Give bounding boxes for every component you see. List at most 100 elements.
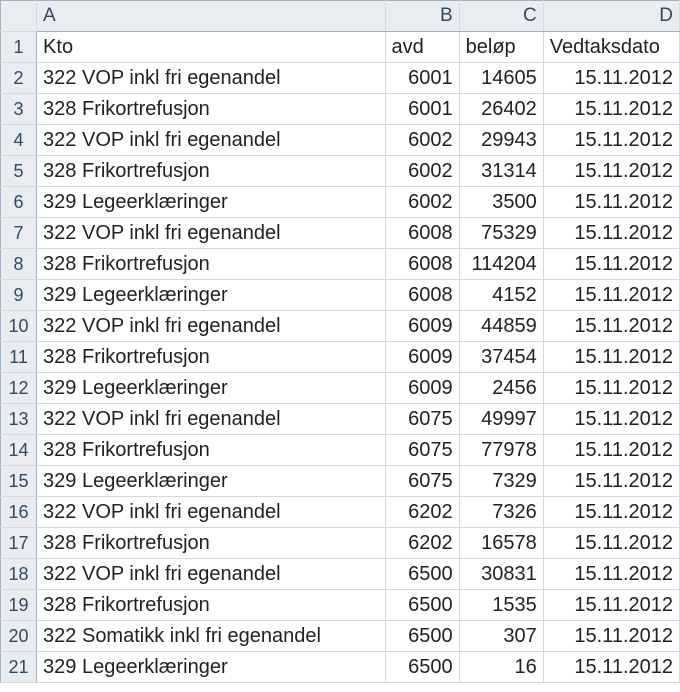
cell[interactable]: 6009 bbox=[385, 373, 459, 404]
cell[interactable]: 14605 bbox=[459, 63, 543, 94]
cell[interactable]: 6008 bbox=[385, 218, 459, 249]
cell[interactable]: 77978 bbox=[459, 435, 543, 466]
cell[interactable]: 6075 bbox=[385, 466, 459, 497]
cell[interactable]: 322 VOP inkl fri egenandel bbox=[37, 497, 386, 528]
row-header[interactable]: 17 bbox=[1, 528, 37, 559]
cell[interactable]: 328 Frikortrefusjon bbox=[37, 156, 386, 187]
row-header[interactable]: 8 bbox=[1, 249, 37, 280]
cell[interactable]: 16578 bbox=[459, 528, 543, 559]
cell[interactable]: 322 VOP inkl fri egenandel bbox=[37, 559, 386, 590]
cell[interactable]: 6002 bbox=[385, 125, 459, 156]
cell[interactable]: 322 VOP inkl fri egenandel bbox=[37, 125, 386, 156]
row-header[interactable]: 6 bbox=[1, 187, 37, 218]
cell[interactable]: 6202 bbox=[385, 528, 459, 559]
cell[interactable]: 15.11.2012 bbox=[543, 621, 679, 652]
cell[interactable]: 15.11.2012 bbox=[543, 435, 679, 466]
cell[interactable]: 7329 bbox=[459, 466, 543, 497]
cell[interactable]: 29943 bbox=[459, 125, 543, 156]
cell[interactable]: 329 Legeerklæringer bbox=[37, 652, 386, 683]
row-header[interactable]: 3 bbox=[1, 94, 37, 125]
cell[interactable]: 6500 bbox=[385, 559, 459, 590]
cell[interactable]: 15.11.2012 bbox=[543, 559, 679, 590]
cell[interactable]: 6009 bbox=[385, 311, 459, 342]
row-header[interactable]: 9 bbox=[1, 280, 37, 311]
cell[interactable]: 49997 bbox=[459, 404, 543, 435]
cell[interactable]: 6001 bbox=[385, 94, 459, 125]
cell[interactable]: 114204 bbox=[459, 249, 543, 280]
cell[interactable]: 6500 bbox=[385, 652, 459, 683]
cell[interactable]: 6008 bbox=[385, 280, 459, 311]
cell[interactable]: 6202 bbox=[385, 497, 459, 528]
cell[interactable]: 6075 bbox=[385, 404, 459, 435]
row-header[interactable]: 5 bbox=[1, 156, 37, 187]
cell[interactable]: Kto bbox=[37, 32, 386, 63]
cell[interactable]: 329 Legeerklæringer bbox=[37, 280, 386, 311]
cell[interactable]: 6500 bbox=[385, 590, 459, 621]
cell[interactable]: 1535 bbox=[459, 590, 543, 621]
cell[interactable]: 328 Frikortrefusjon bbox=[37, 590, 386, 621]
cell[interactable]: 328 Frikortrefusjon bbox=[37, 435, 386, 466]
cell[interactable]: 6008 bbox=[385, 249, 459, 280]
col-header-d[interactable]: D bbox=[543, 1, 679, 32]
cell[interactable]: 15.11.2012 bbox=[543, 404, 679, 435]
cell[interactable]: 322 VOP inkl fri egenandel bbox=[37, 404, 386, 435]
cell[interactable]: 15.11.2012 bbox=[543, 125, 679, 156]
row-header[interactable]: 11 bbox=[1, 342, 37, 373]
cell[interactable]: 322 Somatikk inkl fri egenandel bbox=[37, 621, 386, 652]
row-header[interactable]: 13 bbox=[1, 404, 37, 435]
cell[interactable]: beløp bbox=[459, 32, 543, 63]
cell[interactable]: 6002 bbox=[385, 187, 459, 218]
cell[interactable]: 31314 bbox=[459, 156, 543, 187]
col-header-c[interactable]: C bbox=[459, 1, 543, 32]
cell[interactable]: 15.11.2012 bbox=[543, 218, 679, 249]
row-header[interactable]: 2 bbox=[1, 63, 37, 94]
row-header[interactable]: 14 bbox=[1, 435, 37, 466]
cell[interactable]: 26402 bbox=[459, 94, 543, 125]
cell[interactable]: 15.11.2012 bbox=[543, 63, 679, 94]
cell[interactable]: avd bbox=[385, 32, 459, 63]
cell[interactable]: 30831 bbox=[459, 559, 543, 590]
cell[interactable]: 6001 bbox=[385, 63, 459, 94]
row-header[interactable]: 10 bbox=[1, 311, 37, 342]
cell[interactable]: 3500 bbox=[459, 187, 543, 218]
cell[interactable]: 15.11.2012 bbox=[543, 94, 679, 125]
cell[interactable]: 328 Frikortrefusjon bbox=[37, 94, 386, 125]
row-header[interactable]: 16 bbox=[1, 497, 37, 528]
cell[interactable]: 307 bbox=[459, 621, 543, 652]
cell[interactable]: 7326 bbox=[459, 497, 543, 528]
cell[interactable]: 6075 bbox=[385, 435, 459, 466]
cell[interactable]: 37454 bbox=[459, 342, 543, 373]
row-header[interactable]: 12 bbox=[1, 373, 37, 404]
cell[interactable]: 75329 bbox=[459, 218, 543, 249]
cell[interactable]: 328 Frikortrefusjon bbox=[37, 249, 386, 280]
cell[interactable]: 329 Legeerklæringer bbox=[37, 466, 386, 497]
cell[interactable]: 44859 bbox=[459, 311, 543, 342]
row-header[interactable]: 21 bbox=[1, 652, 37, 683]
col-header-b[interactable]: B bbox=[385, 1, 459, 32]
row-header[interactable]: 7 bbox=[1, 218, 37, 249]
cell[interactable]: 15.11.2012 bbox=[543, 187, 679, 218]
row-header[interactable]: 4 bbox=[1, 125, 37, 156]
cell[interactable]: 4152 bbox=[459, 280, 543, 311]
cell[interactable]: 322 VOP inkl fri egenandel bbox=[37, 63, 386, 94]
cell[interactable]: 322 VOP inkl fri egenandel bbox=[37, 218, 386, 249]
cell[interactable]: 329 Legeerklæringer bbox=[37, 187, 386, 218]
cell[interactable]: 15.11.2012 bbox=[543, 590, 679, 621]
cell[interactable]: 329 Legeerklæringer bbox=[37, 373, 386, 404]
cell[interactable]: 15.11.2012 bbox=[543, 528, 679, 559]
cell[interactable]: 15.11.2012 bbox=[543, 373, 679, 404]
select-all-corner[interactable] bbox=[1, 1, 37, 32]
cell[interactable]: 2456 bbox=[459, 373, 543, 404]
row-header[interactable]: 1 bbox=[1, 32, 37, 63]
col-header-a[interactable]: A bbox=[37, 1, 386, 32]
cell[interactable]: 15.11.2012 bbox=[543, 156, 679, 187]
row-header[interactable]: 18 bbox=[1, 559, 37, 590]
cell[interactable]: 15.11.2012 bbox=[543, 311, 679, 342]
cell[interactable]: 15.11.2012 bbox=[543, 280, 679, 311]
cell[interactable]: 328 Frikortrefusjon bbox=[37, 342, 386, 373]
cell[interactable]: 16 bbox=[459, 652, 543, 683]
cell[interactable]: Vedtaksdato bbox=[543, 32, 679, 63]
cell[interactable]: 15.11.2012 bbox=[543, 342, 679, 373]
cell[interactable]: 328 Frikortrefusjon bbox=[37, 528, 386, 559]
cell[interactable]: 15.11.2012 bbox=[543, 466, 679, 497]
